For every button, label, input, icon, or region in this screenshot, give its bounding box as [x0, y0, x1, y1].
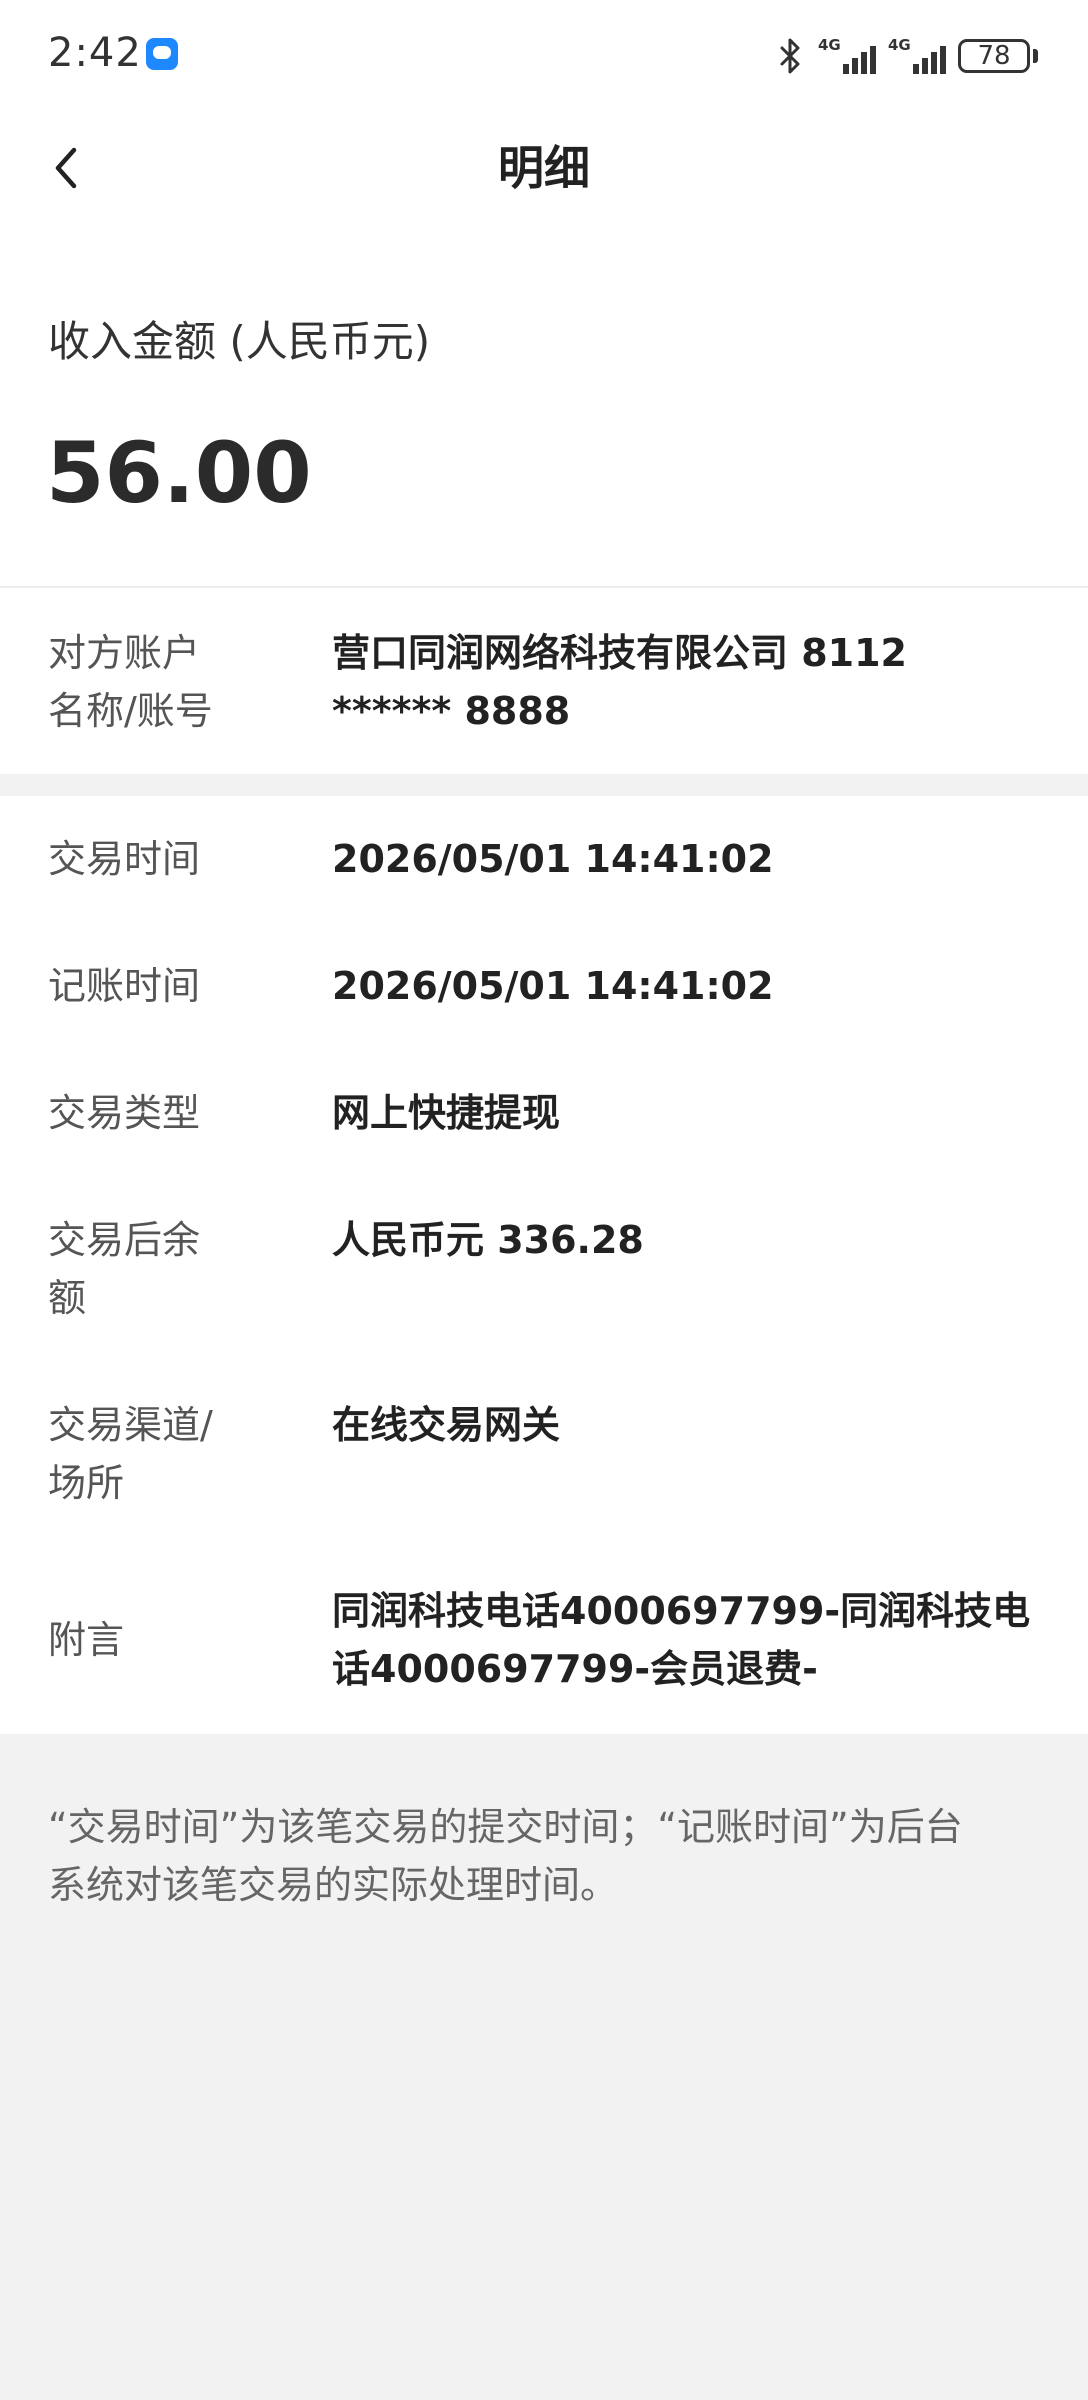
detail-value: 网上快捷提现 [332, 1091, 561, 1135]
detail-label: 记账时间 [48, 964, 201, 1008]
signal-icon-sim2: 4G [888, 36, 946, 76]
detail-value: 2026/05/01 14:41:02 [332, 964, 774, 1008]
footnote: “交易时间”为该笔交易的提交时间；“记账时间”为后台 系统对该笔交易的实际处理时… [48, 1805, 963, 1907]
amount-summary: 收入金额 (人民币元) 56.00 [0, 228, 1088, 586]
battery-icon: 78 [958, 39, 1030, 73]
counterparty-card: 对方账户 名称/账号 营口同润网络科技有限公司 8112 ****** 8888 [0, 588, 1088, 774]
counterparty-label: 对方账户 名称/账号 [48, 631, 213, 733]
detail-label: 交易渠道/ 场所 [48, 1403, 213, 1505]
nav-bar: 明细 [0, 112, 1088, 228]
battery-level: 78 [977, 41, 1011, 71]
page-title: 明细 [498, 141, 590, 195]
detail-label: 交易类型 [48, 1091, 201, 1135]
network-type-label: 4G [888, 36, 911, 54]
battery-cap [1033, 49, 1038, 63]
transaction-details-card: 交易时间 2026/05/01 14:41:02 记账时间 2026/05/01… [0, 796, 1088, 1734]
status-icons: 4G 4G 78 [776, 34, 1038, 78]
detail-value: 2026/05/01 14:41:02 [332, 837, 774, 881]
detail-label: 交易时间 [48, 837, 201, 881]
amount-value: 56.00 [46, 424, 312, 522]
status-time: 2:42 [48, 30, 142, 76]
counterparty-value: 营口同润网络科技有限公司 8112 ****** 8888 [332, 631, 907, 733]
bluetooth-icon [780, 38, 800, 74]
detail-value: 在线交易网关 [332, 1403, 561, 1447]
status-bar: 2:42 4G 4G 78 [0, 0, 1088, 112]
detail-value: 同润科技电话4000697799-同润科技电 话4000697799-会员退费- [332, 1589, 1031, 1691]
signal-icon-sim1: 4G [818, 36, 876, 76]
detail-value: 人民币元 336.28 [332, 1218, 644, 1262]
detail-label: 附言 [48, 1618, 125, 1662]
network-type-label: 4G [818, 36, 841, 54]
detail-label: 交易后余 额 [48, 1218, 201, 1320]
amount-label: 收入金额 (人民币元) [48, 317, 431, 366]
message-notification-icon [146, 38, 178, 70]
